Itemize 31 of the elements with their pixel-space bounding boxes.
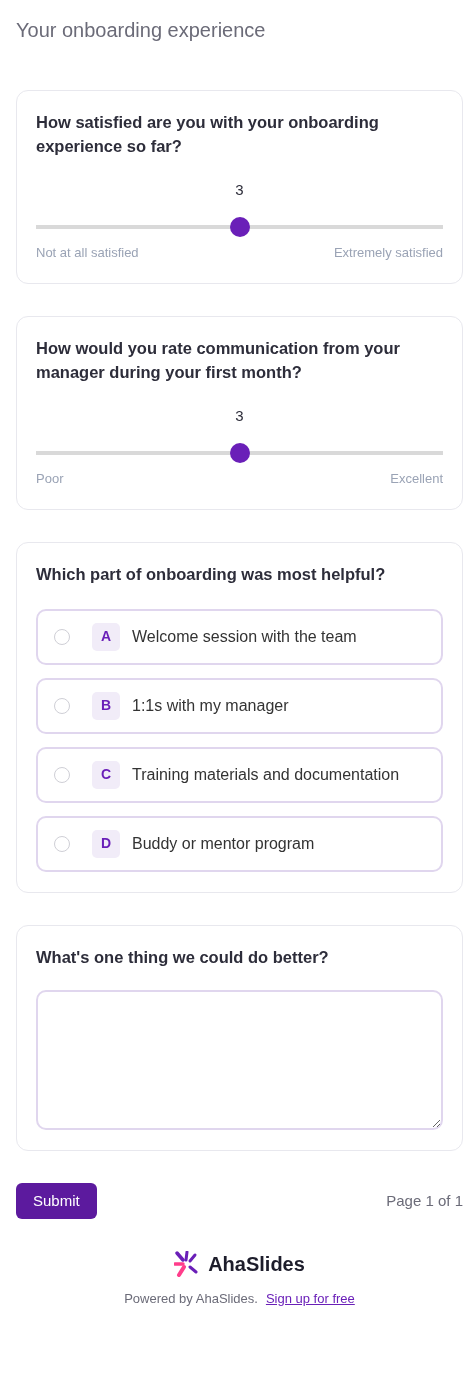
scale-min-label: Not at all satisfied [36,244,139,263]
signup-link[interactable]: Sign up for free [265,1289,355,1309]
page-indicator: Page 1 of 1 [386,1190,463,1211]
option-letter: B [92,691,120,720]
answer-option[interactable]: B 1:1s with my manager [36,677,443,734]
scale-min-label: Poor [36,470,64,489]
page-title: Your onboarding experience [16,18,267,42]
option-letter: D [92,829,120,858]
option-label: 1:1s with my manager [132,695,289,716]
slider-thumb[interactable] [229,217,250,238]
answer-option[interactable]: C Training materials and documentation [36,746,443,803]
brand-name: AhaSlides [208,1252,305,1278]
option-label: Training materials and documentation [132,764,400,785]
option-label: Buddy or mentor program [132,833,315,854]
scale-max-label: Extremely satisfied [333,244,443,263]
slider-value: 3 [234,179,245,200]
question-text: How satisfied are you with your onboarding experience so far? [36,112,380,157]
submit-button[interactable]: Submit [16,1182,97,1220]
answer-field[interactable] [36,989,443,1130]
option-letter: C [92,760,120,789]
powered-by-text: Powered by AhaSlides. [124,1290,258,1309]
scale-max-label: Excellent [390,470,443,489]
slider-thumb[interactable] [229,443,250,464]
question-text: How would you rate communication from your manager during your first month? [36,337,401,383]
question-text: What's one thing we could do better? [36,946,330,968]
answer-option[interactable]: D Buddy or mentor program [36,815,443,872]
question-text: Which part of onboarding was most helpful? [36,563,387,585]
answer-option[interactable]: A Welcome session with the team [36,608,443,665]
option-label: Welcome session with the team [132,626,357,647]
slider-value: 3 [234,405,245,426]
option-letter: A [92,622,120,651]
